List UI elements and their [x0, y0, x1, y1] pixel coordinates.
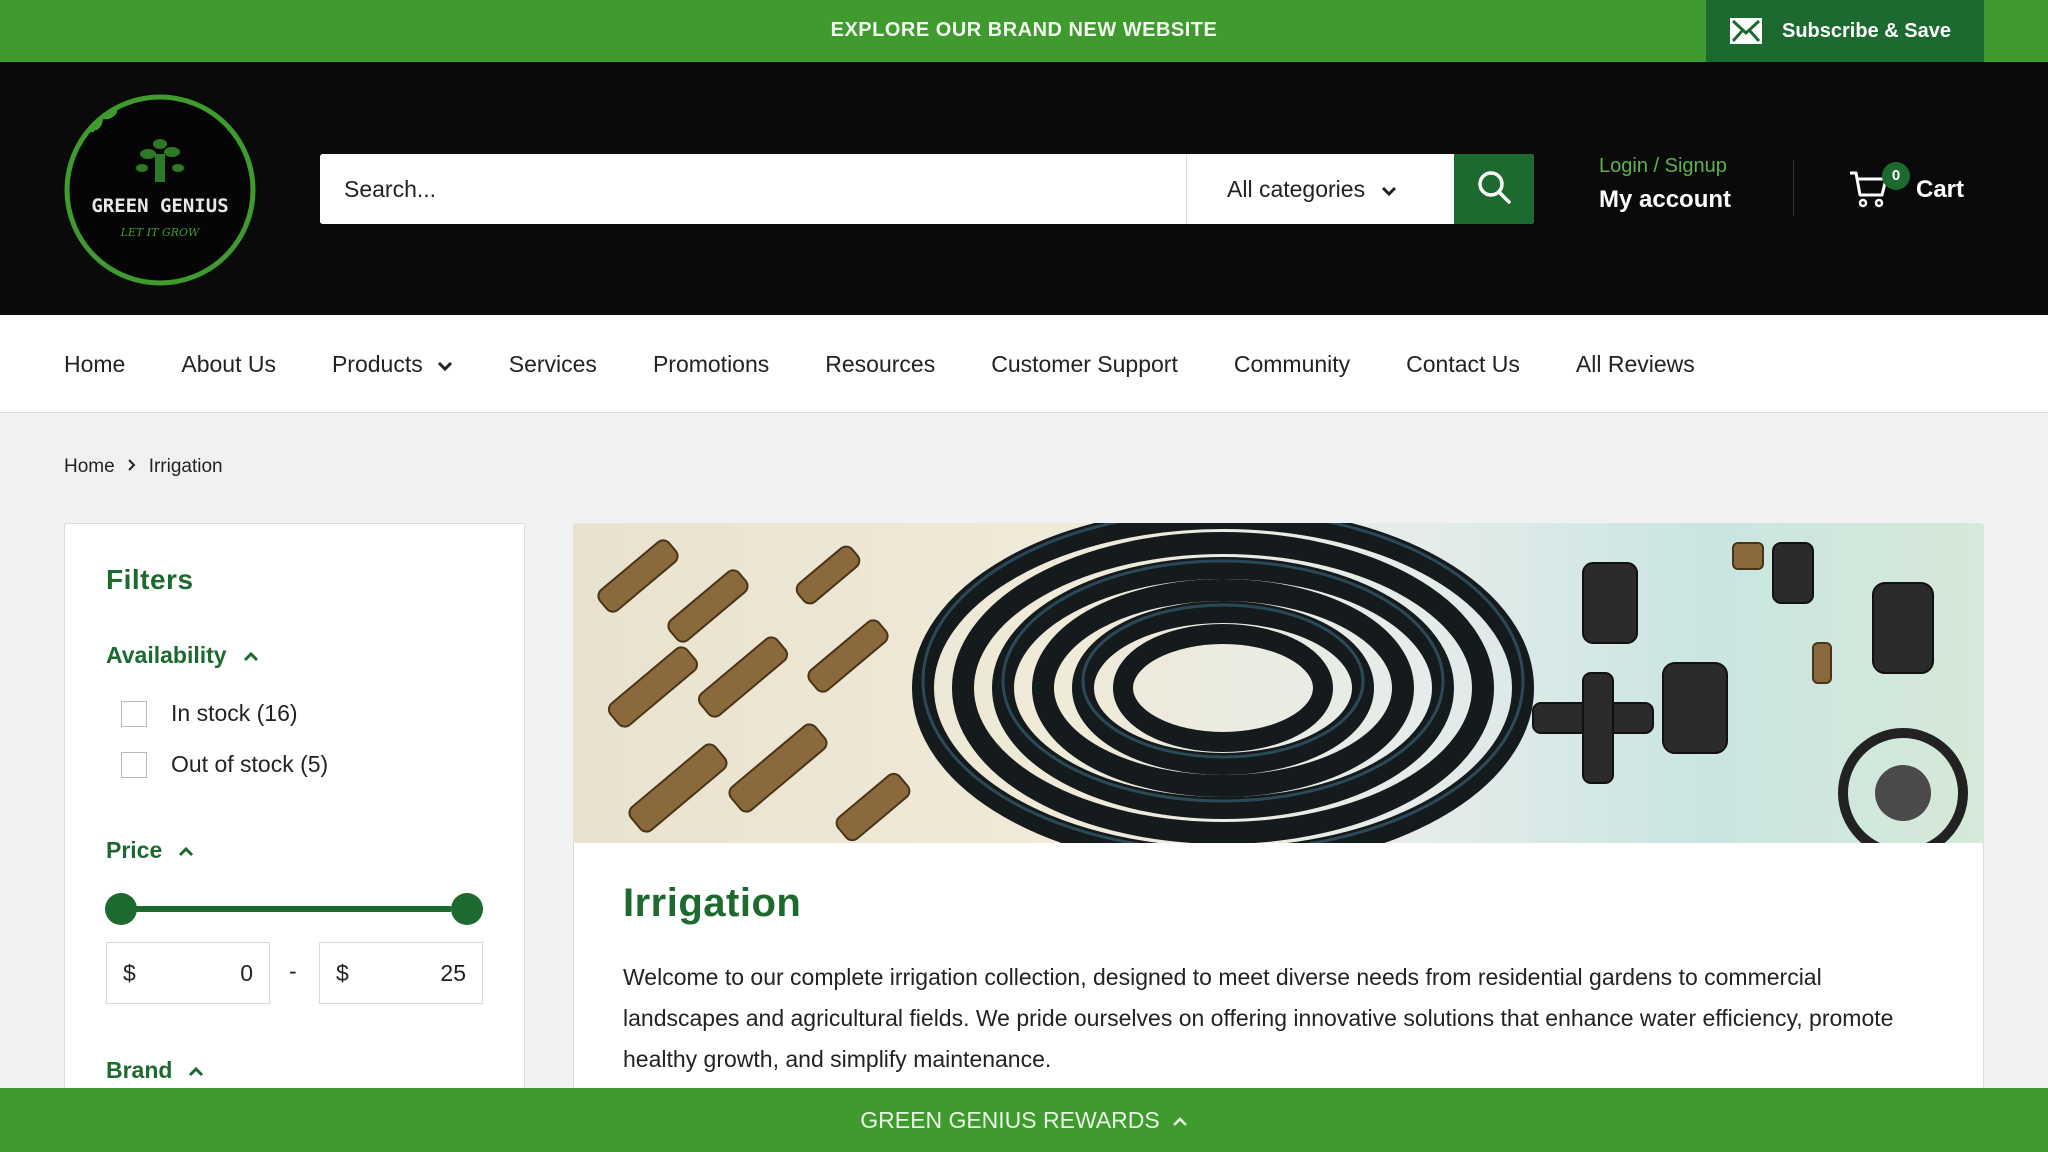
- my-account-link[interactable]: My account: [1599, 186, 1731, 214]
- nav-item-about-us[interactable]: About Us: [181, 351, 276, 378]
- subscribe-label: Subscribe & Save: [1782, 19, 1951, 42]
- rewards-bar[interactable]: GREEN GENIUS REWARDS: [0, 1088, 2048, 1152]
- in-stock-checkbox[interactable]: [121, 700, 147, 727]
- account-menu[interactable]: Login / Signup My account: [1599, 155, 1731, 214]
- subscribe-button[interactable]: Subscribe & Save: [1706, 0, 1984, 62]
- chevron-down-icon: [1381, 176, 1397, 203]
- price-min-handle[interactable]: [105, 893, 137, 925]
- nav-item-all-reviews[interactable]: All Reviews: [1576, 351, 1695, 378]
- price-filter-label: Price: [106, 837, 163, 863]
- nav-item-products[interactable]: Products: [332, 351, 453, 378]
- search-bar: All categories: [320, 154, 1534, 224]
- chevron-down-icon: [437, 351, 453, 378]
- site-header: GREEN GENIUS LET IT GROW All categories …: [0, 62, 2048, 315]
- currency-symbol: $: [123, 959, 136, 986]
- price-min-field: $: [106, 942, 270, 1004]
- currency-symbol: $: [336, 959, 349, 986]
- cart-label: Cart: [1916, 176, 1965, 203]
- nav-item-services[interactable]: Services: [509, 351, 597, 378]
- chevron-up-icon: [1172, 1107, 1188, 1134]
- rewards-label: GREEN GENIUS REWARDS: [860, 1106, 1160, 1133]
- login-signup-link[interactable]: Login / Signup: [1599, 155, 1731, 178]
- breadcrumb: Home Irrigation: [64, 456, 223, 478]
- breadcrumb-home-link[interactable]: Home: [64, 456, 115, 478]
- main-navigation: Home About Us Products Services Promotio…: [0, 315, 2048, 413]
- availability-filter-label: Availability: [106, 642, 227, 668]
- price-max-handle[interactable]: [451, 893, 483, 925]
- filters-title: Filters: [106, 564, 194, 595]
- nav-item-customer-support[interactable]: Customer Support: [991, 351, 1178, 378]
- category-select[interactable]: All categories: [1186, 154, 1454, 224]
- nav-item-contact-us[interactable]: Contact Us: [1406, 351, 1520, 378]
- price-filter-toggle[interactable]: Price: [106, 837, 194, 864]
- cart-button[interactable]: 0 Cart: [1848, 160, 1964, 220]
- announcement-bar: EXPLORE OUR BRAND NEW WEBSITE Subscribe …: [0, 0, 2048, 62]
- brand-filter-toggle[interactable]: Brand: [106, 1057, 204, 1084]
- header-divider: [1793, 160, 1794, 216]
- price-max-field: $: [319, 942, 483, 1004]
- chevron-up-icon: [188, 1057, 204, 1084]
- brand-tagline: LET IT GROW: [120, 226, 201, 239]
- cart-count-badge: 0: [1882, 162, 1910, 190]
- nav-item-community[interactable]: Community: [1234, 351, 1350, 378]
- category-select-label: All categories: [1227, 175, 1366, 202]
- search-input[interactable]: [320, 154, 1186, 224]
- chevron-up-icon: [178, 837, 194, 864]
- out-of-stock-checkbox[interactable]: [121, 751, 147, 778]
- out-of-stock-label: Out of stock (5): [171, 751, 329, 777]
- nav-item-promotions[interactable]: Promotions: [653, 351, 769, 378]
- collection-banner-image: [573, 523, 1984, 843]
- breadcrumb-current: Irrigation: [148, 456, 223, 477]
- price-min-input[interactable]: [143, 959, 253, 987]
- nav-item-products-label: Products: [331, 350, 423, 377]
- nav-item-resources[interactable]: Resources: [825, 351, 935, 378]
- brand-filter-label: Brand: [106, 1057, 173, 1083]
- nav-item-home[interactable]: Home: [64, 351, 125, 378]
- filters-panel: Filters Availability In stock (16) Out o…: [64, 523, 525, 1152]
- collection-title: Irrigation: [623, 881, 802, 925]
- chevron-up-icon: [243, 642, 259, 669]
- brand-name: GREEN GENIUS: [91, 195, 228, 217]
- search-icon: [1476, 169, 1512, 210]
- price-max-input[interactable]: [356, 959, 466, 987]
- envelope-icon: [1730, 18, 1762, 44]
- price-range-slider[interactable]: [121, 906, 451, 912]
- filter-in-stock[interactable]: In stock (16): [121, 700, 298, 727]
- search-button[interactable]: [1454, 154, 1534, 224]
- brand-logo[interactable]: GREEN GENIUS LET IT GROW: [62, 92, 258, 288]
- in-stock-label: In stock (16): [171, 700, 298, 726]
- price-separator: -: [289, 958, 297, 984]
- filter-out-of-stock[interactable]: Out of stock (5): [121, 751, 328, 778]
- chevron-right-icon: [127, 458, 137, 477]
- collection-description: Welcome to our complete irrigation colle…: [623, 964, 1894, 1072]
- availability-filter-toggle[interactable]: Availability: [106, 642, 259, 669]
